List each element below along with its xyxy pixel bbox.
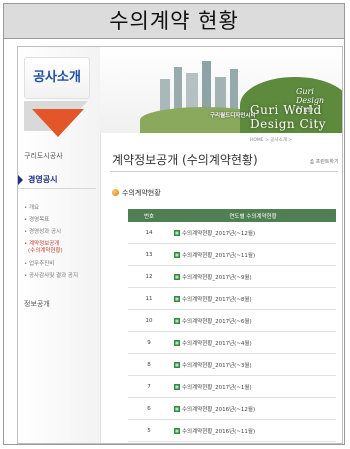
table-row: 13 ▦ 수의계약현황_2017년(~11월) <box>128 243 336 266</box>
active-arrow-icon <box>18 175 23 185</box>
excel-file-icon: ▦ <box>174 318 180 324</box>
section-bullet-icon <box>112 189 119 196</box>
file-label: 수의계약현황_2017년(~1월) <box>182 384 252 391</box>
table-row: 6 ▦ 수의계약현황_2016년(~12월) <box>128 397 336 420</box>
row-file-link[interactable]: ▦ 수의계약현황_2016년(~11월) <box>170 419 336 442</box>
banner-title: Guri World Design City <box>250 103 327 131</box>
table-row: 8 ▦ 수의계약현황_2017년(~3월) <box>128 353 336 376</box>
printer-icon: ⎙ <box>310 159 315 165</box>
row-file-link[interactable]: ▦수의계약현황_2016년(~10월) <box>170 441 336 443</box>
row-number: 6 <box>128 397 170 420</box>
print-label: 프린트하기 <box>315 159 339 165</box>
document-frame: 수의계약 현황 공사소개 구리도시공사 경영공시 • 개요 • 경영목표 • 경… <box>3 3 345 445</box>
file-label: 수의계약현황_2017년(~11월) <box>182 252 256 259</box>
submenu-performance[interactable]: • 경영성과 공시 <box>24 229 61 236</box>
table-row: 9 ▦ 수의계약현황_2017년(~4월) <box>128 331 336 354</box>
row-number: 7 <box>128 375 170 398</box>
submenu-contract-info-sub[interactable]: (수의계약현황) <box>28 248 63 255</box>
submenu-overview[interactable]: • 개요 <box>24 205 39 212</box>
row-file-link[interactable]: ▦ 수의계약현황_2017년(~9월) <box>170 265 336 288</box>
submenu-audit-results[interactable]: • 공사감사및 결과 공지 <box>24 273 78 280</box>
row-number: 12 <box>128 265 170 288</box>
row-file-link[interactable]: ▦ 수의계약현황_2017년(~3월) <box>170 353 336 376</box>
excel-file-icon: ▦ <box>174 362 180 368</box>
table-row: 12 ▦ 수의계약현황_2017년(~9월) <box>128 265 336 288</box>
file-label: 수의계약현황_2016년(~11월) <box>182 428 256 435</box>
sidebar-item-label: 경영공시 <box>28 175 58 184</box>
contract-table: 번호 연도별 수의계약현황 14 ▦ 수의계약현황_2017년(~12월) 13 ▦ 수의… <box>128 209 336 443</box>
submenu-goals[interactable]: • 경영목표 <box>24 217 49 224</box>
website-screenshot: 공사소개 구리도시공사 경영공시 • 개요 • 경영목표 • 경영성과 공시 •… <box>17 46 343 444</box>
sidebar: 공사소개 구리도시공사 경영공시 • 개요 • 경영목표 • 경영성과 공시 •… <box>18 47 101 443</box>
sidebar-title: 공사소개 <box>24 57 90 99</box>
excel-file-icon: ▦ <box>174 340 180 346</box>
file-label: 수의계약현황_2017년(~9월) <box>182 274 252 281</box>
print-button[interactable]: ⎙ 프린트하기 <box>310 158 339 165</box>
table-row: 14 ▦ 수의계약현황_2017년(~12월) <box>128 222 336 244</box>
row-file-link[interactable]: ▦ 수의계약현황_2017년(~12월) <box>170 222 336 244</box>
file-label: 수의계약현황_2016년(~12월) <box>182 406 256 413</box>
row-file-link[interactable]: ▦ 수의계약현황_2017년(~11월) <box>170 243 336 266</box>
table-header-row: 번호 연도별 수의계약현황 <box>128 209 336 222</box>
submenu-contract-info[interactable]: • 계약정보공개 <box>24 241 59 248</box>
submenu-expenses[interactable]: • 업무추진비 <box>24 261 54 268</box>
row-number: 5 <box>128 419 170 442</box>
table-row: 11 ▦ 수의계약현황_2017년(~8월) <box>128 287 336 310</box>
column-header-title: 연도별 수의계약현황 <box>170 209 336 222</box>
file-label: 수의계약현황_2017년(~6월) <box>182 318 252 325</box>
excel-file-icon: ▦ <box>174 406 180 412</box>
orange-ribbon-decoration <box>32 109 84 137</box>
sidebar-item-guri-corp[interactable]: 구리도시공사 <box>24 151 63 161</box>
row-file-link[interactable]: ▦ 수의계약현황_2017년(~6월) <box>170 309 336 332</box>
excel-file-icon: ▦ <box>174 252 180 258</box>
row-number: 13 <box>128 243 170 266</box>
table-row: 5 ▦ 수의계약현황_2016년(~11월) <box>128 419 336 442</box>
excel-file-icon: ▦ <box>174 296 180 302</box>
page-title: 계약정보공개 (수의계약현황) <box>112 153 258 167</box>
row-file-link[interactable]: ▦ 수의계약현황_2017년(~1월) <box>170 375 336 398</box>
row-number: 4 <box>128 441 170 443</box>
row-file-link[interactable]: ▦ 수의계약현황_2017년(~4월) <box>170 331 336 354</box>
sidebar-item-management-disclosure[interactable]: 경영공시 <box>18 171 96 189</box>
excel-file-icon: ▦ <box>174 230 180 236</box>
row-file-link[interactable]: ▦ 수의계약현황_2017년(~8월) <box>170 287 336 310</box>
row-number: 9 <box>128 331 170 354</box>
breadcrumb[interactable]: HOME > 공사소개 > <box>250 137 292 143</box>
table-row: 4▦수의계약현황_2016년(~10월) <box>128 441 336 443</box>
row-number: 10 <box>128 309 170 332</box>
file-label: 수의계약현황_2017년(~3월) <box>182 362 252 369</box>
table-row: 7 ▦ 수의계약현황_2017년(~1월) <box>128 375 336 398</box>
table-row: 10 ▦ 수의계약현황_2017년(~6월) <box>128 309 336 332</box>
excel-file-icon: ▦ <box>174 274 180 280</box>
row-number: 14 <box>128 222 170 244</box>
title-divider <box>110 171 338 172</box>
file-label: 수의계약현황_2017년(~4월) <box>182 340 252 347</box>
row-file-link[interactable]: ▦ 수의계약현황_2016년(~12월) <box>170 397 336 420</box>
row-number: 8 <box>128 353 170 376</box>
section-title: 수의계약현황 <box>122 189 161 197</box>
excel-file-icon: ▦ <box>174 428 180 434</box>
banner-korean-logo: 구리월드디자인시티 <box>210 113 256 119</box>
sidebar-item-info-disclosure[interactable]: 정보공개 <box>24 299 50 309</box>
column-header-number: 번호 <box>128 209 170 222</box>
header-banner: Guri Design Hub 구리월드디자인시티 Guri World Des… <box>100 47 342 133</box>
row-number: 11 <box>128 287 170 310</box>
excel-file-icon: ▦ <box>174 384 180 390</box>
caption-title: 수의계약 현황 <box>4 4 344 39</box>
file-label: 수의계약현황_2017년(~12월) <box>182 230 256 237</box>
file-label: 수의계약현황_2017년(~8월) <box>182 296 252 303</box>
